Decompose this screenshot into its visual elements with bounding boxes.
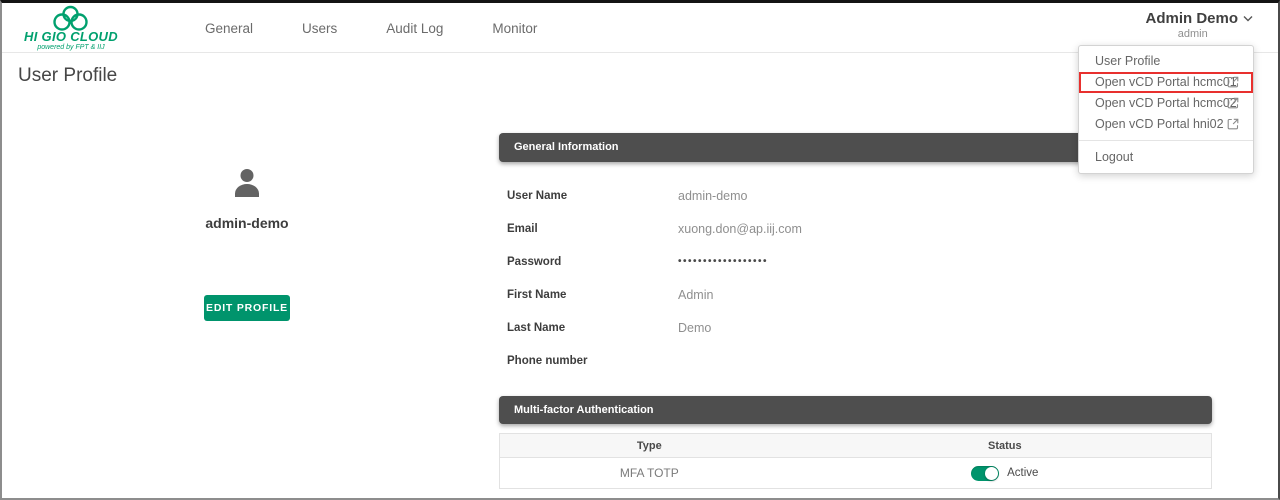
mfa-toggle[interactable] — [971, 466, 999, 481]
cloud-logo-icon — [48, 5, 94, 31]
toggle-knob — [985, 467, 998, 480]
main-nav: General Users Audit Log Monitor — [205, 3, 537, 53]
menu-divider — [1079, 140, 1253, 141]
app-window: HI GIO CLOUD powered by FPT & IIJ Genera… — [0, 0, 1280, 500]
field-row-email: Email xuong.don@ap.iij.com — [507, 212, 1207, 245]
user-dropdown-menu: User Profile Open vCD Portal hcmc01 Open… — [1078, 45, 1254, 174]
field-label: Phone number — [507, 355, 678, 367]
nav-item-users[interactable]: Users — [302, 21, 337, 36]
field-row-last-name: Last Name Demo — [507, 311, 1207, 344]
user-display-name: Admin Demo — [1145, 10, 1238, 27]
field-label: First Name — [507, 289, 678, 301]
field-label: Password — [507, 256, 678, 268]
menu-item-open-vcd-portal-hcmc01[interactable]: Open vCD Portal hcmc01 — [1079, 72, 1253, 93]
external-link-icon — [1227, 76, 1239, 88]
mfa-status-label: Active — [1007, 467, 1038, 479]
page-title: User Profile — [18, 65, 117, 87]
mfa-status-cell: Active — [799, 458, 1211, 488]
field-value: •••••••••••••••••• — [678, 256, 768, 267]
logo-title: HI GIO CLOUD — [16, 31, 126, 43]
mfa-table-header: Type Status — [500, 434, 1211, 458]
mfa-header: Multi-factor Authentication — [499, 396, 1212, 424]
mfa-column-type: Type — [500, 434, 799, 457]
chevron-down-icon — [1242, 14, 1254, 23]
logo[interactable]: HI GIO CLOUD powered by FPT & IIJ — [16, 5, 126, 52]
field-value: xuong.don@ap.iij.com — [678, 222, 802, 236]
menu-item-open-vcd-portal-hni02[interactable]: Open vCD Portal hni02 — [1079, 114, 1253, 135]
field-label: User Name — [507, 190, 678, 202]
nav-item-audit-log[interactable]: Audit Log — [386, 21, 443, 36]
general-information-fields: User Name admin-demo Email xuong.don@ap.… — [507, 179, 1207, 377]
menu-item-logout[interactable]: Logout — [1079, 145, 1253, 169]
logo-tagline: powered by FPT & IIJ — [16, 43, 126, 52]
field-row-phone-number: Phone number — [507, 344, 1207, 377]
field-label: Email — [507, 223, 678, 235]
external-link-icon — [1227, 118, 1239, 130]
field-row-user-name: User Name admin-demo — [507, 179, 1207, 212]
edit-profile-button[interactable]: EDIT PROFILE — [204, 295, 290, 321]
external-link-icon — [1227, 97, 1239, 109]
field-value: admin-demo — [678, 189, 747, 203]
field-row-password: Password •••••••••••••••••• — [507, 245, 1207, 278]
profile-username: admin-demo — [147, 215, 347, 231]
avatar-icon — [230, 166, 264, 200]
user-menu-trigger[interactable]: Admin Demo admin — [1145, 10, 1254, 40]
menu-item-open-vcd-portal-hcmc02[interactable]: Open vCD Portal hcmc02 — [1079, 93, 1253, 114]
mfa-table-row: MFA TOTP Active — [500, 458, 1211, 488]
nav-item-general[interactable]: General — [205, 21, 253, 36]
nav-item-monitor[interactable]: Monitor — [492, 21, 537, 36]
mfa-type-cell: MFA TOTP — [500, 458, 799, 488]
mfa-table: Type Status MFA TOTP Active — [499, 433, 1212, 489]
menu-item-user-profile[interactable]: User Profile — [1079, 51, 1253, 72]
field-value: Admin — [678, 288, 713, 302]
mfa-column-status: Status — [799, 434, 1211, 457]
field-value: Demo — [678, 321, 711, 335]
field-label: Last Name — [507, 322, 678, 334]
field-row-first-name: First Name Admin — [507, 278, 1207, 311]
user-role: admin — [1145, 28, 1254, 40]
